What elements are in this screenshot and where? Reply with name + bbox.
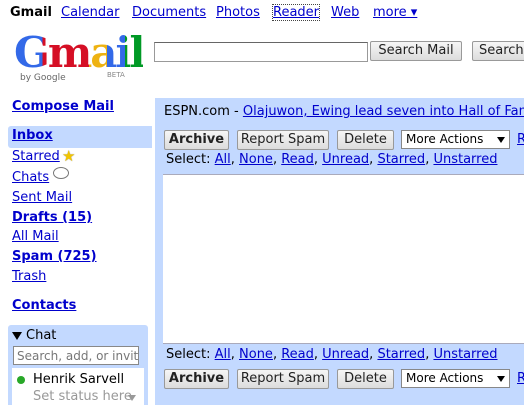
select-label: Select: [166,152,211,167]
contacts-link[interactable]: Contacts [12,298,76,313]
sidebar-item-drafts[interactable]: Drafts (15) [12,210,92,225]
compose-mail-link[interactable]: Compose Mail [12,99,114,114]
status-dropdown-icon[interactable] [128,395,136,401]
set-status-field[interactable]: Set status here [33,389,132,404]
online-status-icon [17,376,25,384]
documents-link[interactable]: Documents [132,5,206,20]
search-web-button[interactable]: Search [472,41,524,61]
photos-link[interactable]: Photos [216,5,260,20]
sidebar-item-all-mail[interactable]: All Mail [12,229,59,244]
report-spam-button-top[interactable]: Report Spam [237,130,329,150]
refresh-link-bottom[interactable]: R [517,371,524,386]
chevron-down-icon [497,137,505,143]
web-clip-source: ESPN.com - [164,104,243,119]
by-google-label: by Google [20,73,66,83]
select-unstarred-link[interactable]: Unstarred [433,152,497,167]
select-unread-link[interactable]: Unread [322,152,369,167]
report-spam-button-bottom[interactable]: Report Spam [237,369,329,389]
select-bar-top: Select: All, None, Read, Unread, Starred… [166,152,498,167]
sidebar-item-spam[interactable]: Spam (725) [12,249,97,264]
more-actions-label: More Actions [406,371,484,385]
gmail-logo[interactable]: Gmail by Google BETA [14,28,145,88]
chat-search-input[interactable]: Search, add, or invite [13,346,139,365]
top-navigation-bar: Gmail Calendar Documents Photos Reader W… [0,0,524,26]
select-starred-link[interactable]: Starred [377,152,425,167]
refresh-link-top[interactable]: R [517,132,524,147]
web-clip-headline-link[interactable]: Olajuwon, Ewing lead seven into Hall of … [243,104,524,119]
select-bar-bottom: Select: All, None, Read, Unread, Starred… [166,347,498,362]
search-mail-button[interactable]: Search Mail [370,41,462,61]
chat-title[interactable]: Chat [26,328,56,343]
gmail-app-label: Gmail [10,5,52,20]
archive-button-bottom[interactable]: Archive [164,369,229,389]
search-input[interactable] [154,42,368,62]
select-none-link[interactable]: None [239,347,273,362]
delete-button-bottom[interactable]: Delete [337,369,394,389]
chat-bubble-icon [53,167,69,179]
chevron-down-icon [497,376,505,382]
sidebar-item-chats[interactable]: Chats [12,170,49,185]
select-starred-link[interactable]: Starred [377,347,425,362]
select-label: Select: [166,347,211,362]
more-actions-label: More Actions [406,132,484,146]
collapse-triangle-icon[interactable] [12,332,22,340]
sidebar-item-inbox[interactable]: Inbox [12,128,53,143]
select-read-link[interactable]: Read [281,347,314,362]
archive-button-top[interactable]: Archive [164,130,229,150]
message-list [163,174,524,344]
reader-link[interactable]: Reader [271,4,321,21]
web-link[interactable]: Web [331,5,359,20]
select-none-link[interactable]: None [239,152,273,167]
select-read-link[interactable]: Read [281,152,314,167]
sidebar-item-starred[interactable]: Starred [12,149,60,164]
select-unread-link[interactable]: Unread [322,347,369,362]
select-all-link[interactable]: All [215,347,231,362]
beta-badge: BETA [107,71,125,79]
web-clip: ESPN.com - Olajuwon, Ewing lead seven in… [164,104,524,119]
calendar-link[interactable]: Calendar [61,5,119,20]
more-menu-link[interactable]: more ▾ [373,5,417,20]
more-actions-dropdown-top[interactable]: More Actions [401,130,510,149]
delete-button-top[interactable]: Delete [337,130,394,150]
chat-user-name: Henrik Sarvell [33,372,125,387]
sidebar-item-sent-mail[interactable]: Sent Mail [12,190,72,205]
select-unstarred-link[interactable]: Unstarred [433,347,497,362]
star-icon: ★ [62,147,76,165]
more-actions-dropdown-bottom[interactable]: More Actions [401,369,510,388]
sidebar-item-trash[interactable]: Trash [12,269,46,284]
select-all-link[interactable]: All [215,152,231,167]
